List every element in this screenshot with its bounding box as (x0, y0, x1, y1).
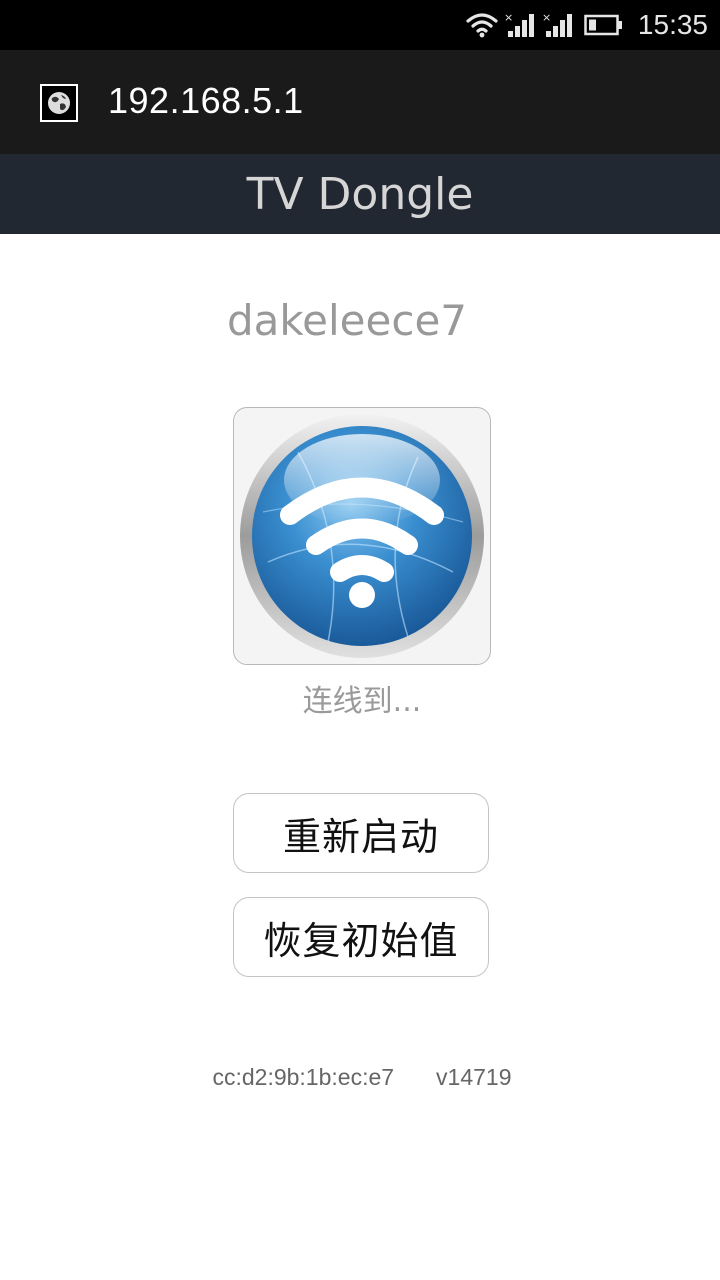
url-bar[interactable]: 192.168.5.1 (0, 50, 720, 154)
main-content: dakeleece7 连线到... 重新启动 恢复初始值 cc:d2:9b:1b… (0, 234, 720, 1280)
wifi-status-tile[interactable] (233, 407, 491, 665)
svg-text:×: × (542, 11, 551, 24)
globe-icon (40, 84, 78, 122)
wifi-icon (466, 12, 498, 38)
signal-icon: × (504, 11, 538, 39)
battery-icon (584, 14, 624, 36)
device-info: cc:d2:9b:1b:ec:e7 v14719 (0, 1064, 720, 1091)
signal-icon: × (542, 11, 576, 39)
title-bar: TV Dongle (0, 154, 720, 234)
firmware-version: v14719 (436, 1064, 512, 1090)
svg-text:×: × (504, 11, 513, 24)
wifi-icon (240, 414, 484, 658)
page-title: TV Dongle (246, 168, 474, 220)
status-bar: × × 15:35 (0, 0, 720, 50)
mac-address: cc:d2:9b:1b:ec:e7 (212, 1064, 395, 1090)
device-name: dakeleece7 (226, 296, 468, 345)
connection-status: 连线到... (302, 684, 422, 719)
status-icons: × × 15:35 (466, 0, 720, 50)
restart-button[interactable]: 重新启动 (233, 793, 489, 873)
url-text[interactable]: 192.168.5.1 (108, 80, 304, 122)
status-time: 15:35 (637, 9, 708, 40)
factory-reset-button[interactable]: 恢复初始值 (233, 897, 489, 977)
